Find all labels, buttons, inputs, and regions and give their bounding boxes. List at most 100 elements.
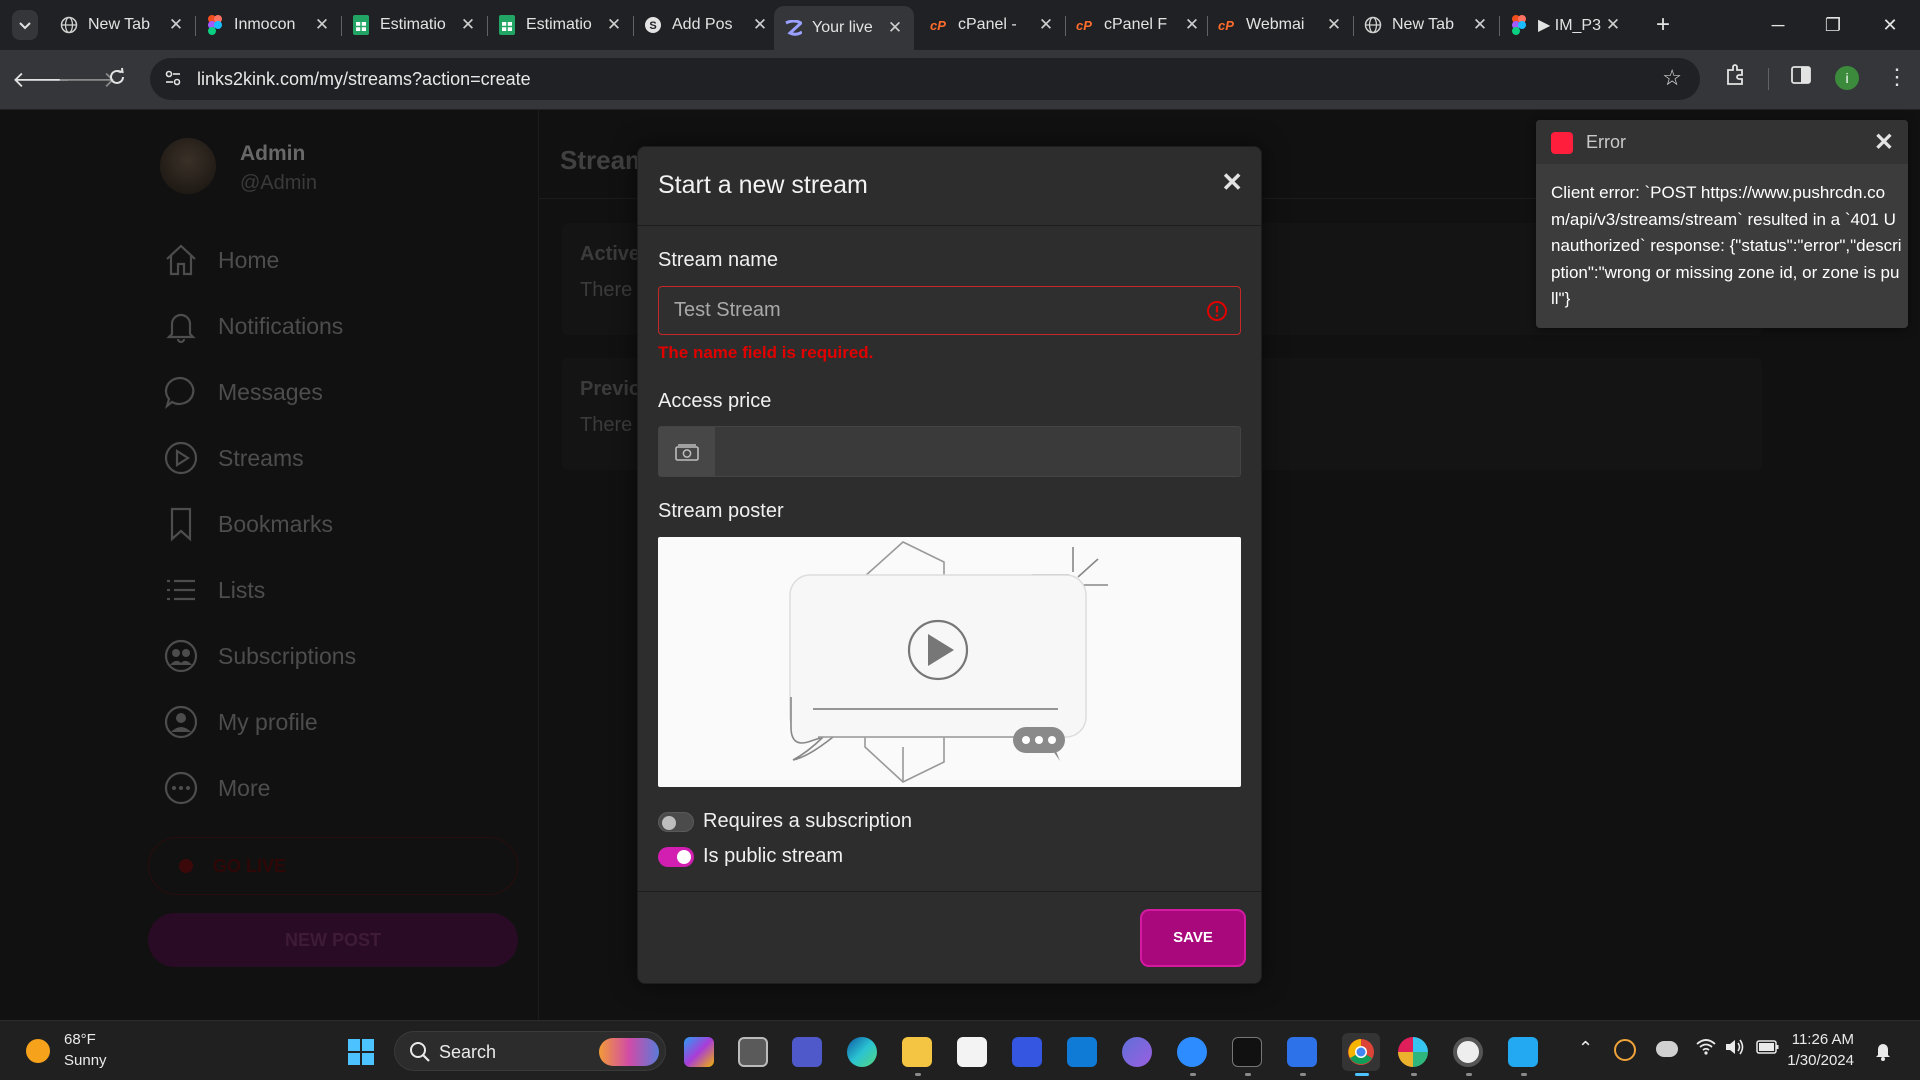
chrome-icon[interactable]	[1342, 1033, 1380, 1071]
copilot-icon[interactable]	[684, 1037, 714, 1067]
user-circle-icon	[162, 703, 200, 741]
access-price-input[interactable]	[717, 427, 1237, 476]
browser-menu-icon[interactable]: ⋮	[1886, 64, 1908, 90]
app-icon[interactable]	[1012, 1037, 1042, 1067]
close-tab-icon[interactable]: ✕	[1471, 15, 1489, 35]
browser-tab[interactable]: cP cPanel - ✕	[920, 8, 1065, 42]
sidebar-item-more[interactable]: More	[162, 768, 270, 808]
stream-poster-upload[interactable]	[658, 537, 1241, 787]
access-price-label: Access price	[658, 390, 772, 412]
browser-tab[interactable]: Inmocon ✕	[196, 8, 341, 42]
close-tab-icon[interactable]: ✕	[1604, 15, 1622, 35]
sidebar-item-home[interactable]: Home	[162, 240, 279, 280]
sidebar-item-streams[interactable]: Streams	[162, 438, 304, 478]
tab-search-button[interactable]	[12, 10, 38, 40]
modal-divider	[638, 225, 1261, 226]
mail-icon[interactable]	[1067, 1037, 1097, 1067]
onedrive-icon[interactable]	[1656, 1041, 1678, 1057]
browser-tab[interactable]: cP Webmai ✕	[1208, 8, 1353, 42]
browser-tab-active[interactable]: Your live ✕	[774, 6, 914, 50]
public-stream-toggle[interactable]	[658, 847, 694, 867]
wifi-icon[interactable]	[1695, 1037, 1717, 1062]
extensions-icon[interactable]	[1724, 64, 1746, 91]
sidebar-item-lists[interactable]: Lists	[162, 570, 265, 610]
user-name: Admin	[240, 142, 306, 165]
edge-icon[interactable]	[847, 1037, 877, 1067]
app-icon[interactable]	[1287, 1037, 1317, 1067]
close-tab-icon[interactable]: ✕	[313, 15, 331, 35]
slack-icon[interactable]	[1398, 1037, 1428, 1067]
restore-button[interactable]: ❐	[1813, 10, 1853, 40]
stream-name-error: The name field is required.	[658, 343, 874, 362]
task-view-icon[interactable]	[738, 1037, 768, 1067]
go-live-button[interactable]: GO LIVE	[148, 837, 518, 895]
stream-name-field[interactable]	[658, 286, 1241, 335]
avatar[interactable]	[160, 138, 216, 194]
browser-tab[interactable]: New Tab ✕	[1354, 8, 1499, 42]
new-tab-button[interactable]: +	[1643, 10, 1683, 40]
back-button[interactable]: 🡐	[12, 64, 71, 96]
stream-name-input[interactable]	[674, 287, 1174, 333]
close-tab-icon[interactable]: ✕	[459, 15, 477, 35]
sync-icon[interactable]	[1614, 1039, 1636, 1061]
sidebar-item-my-profile[interactable]: My profile	[162, 702, 318, 742]
volume-icon[interactable]	[1724, 1037, 1746, 1062]
close-tab-icon[interactable]: ✕	[1325, 15, 1343, 35]
sun-icon[interactable]	[26, 1039, 50, 1063]
close-tab-icon[interactable]: ✕	[167, 15, 185, 35]
sidebar-item-messages[interactable]: Messages	[162, 372, 323, 412]
microsoft-store-icon[interactable]	[957, 1037, 987, 1067]
close-modal-button[interactable]: ✕	[1221, 167, 1243, 198]
app-icon[interactable]	[1453, 1037, 1483, 1067]
chevron-up-icon[interactable]: ⌃	[1578, 1038, 1593, 1059]
sheets-icon	[498, 15, 516, 35]
reload-button[interactable]	[101, 64, 133, 96]
tab-title: cPanel -	[958, 16, 1017, 33]
browser-tab[interactable]: Estimatio ✕	[342, 8, 487, 42]
app-icon[interactable]	[1122, 1037, 1152, 1067]
close-tab-icon[interactable]: ✕	[1037, 15, 1055, 35]
access-price-field[interactable]	[658, 426, 1241, 477]
close-tab-icon[interactable]: ✕	[751, 15, 769, 35]
site-info-icon[interactable]	[164, 69, 182, 92]
minimize-button[interactable]: ─	[1758, 10, 1798, 40]
close-window-button[interactable]: ✕	[1870, 10, 1910, 40]
close-tab-icon[interactable]: ✕	[886, 18, 904, 38]
close-tab-icon[interactable]: ✕	[605, 15, 623, 35]
forward-button[interactable]: 🡒	[57, 64, 116, 96]
save-button[interactable]: SAVE	[1140, 909, 1246, 967]
vscode-icon[interactable]	[1508, 1037, 1538, 1067]
close-toast-button[interactable]: ✕	[1874, 128, 1894, 157]
home-icon	[162, 241, 200, 279]
close-tab-icon[interactable]: ✕	[1183, 15, 1201, 35]
windows-start-icon[interactable]	[346, 1037, 376, 1067]
sidebar-item-bookmarks[interactable]: Bookmarks	[162, 504, 333, 544]
teams-icon[interactable]	[792, 1037, 822, 1067]
zoom-icon[interactable]	[1177, 1037, 1207, 1067]
clock-time[interactable]: 11:26 AM	[1792, 1031, 1854, 1048]
browser-tab[interactable]: Estimatio ✕	[488, 8, 633, 42]
clock-date[interactable]: 1/30/2024	[1787, 1052, 1854, 1069]
battery-icon[interactable]	[1756, 1039, 1780, 1060]
notification-bell-icon[interactable]	[1874, 1041, 1892, 1066]
address-bar[interactable]: links2kink.com/my/streams?action=create …	[150, 58, 1700, 100]
sidebar-item-notifications[interactable]: Notifications	[162, 306, 343, 346]
modal-title: Start a new stream	[658, 171, 868, 199]
browser-tab[interactable]: cP cPanel F ✕	[1066, 8, 1211, 42]
bookmark-star-icon[interactable]: ☆	[1662, 65, 1682, 91]
side-panel-icon[interactable]	[1790, 64, 1812, 91]
browser-tab[interactable]: S Add Pos ✕	[634, 8, 779, 42]
browser-tab[interactable]: ▶ IM_P3 ✕	[1500, 8, 1632, 42]
bell-icon	[162, 307, 200, 345]
file-explorer-icon[interactable]	[902, 1037, 932, 1067]
requires-subscription-toggle[interactable]	[658, 812, 694, 832]
profile-avatar[interactable]: i	[1835, 66, 1859, 90]
weather-condition[interactable]: Sunny	[64, 1052, 107, 1069]
new-post-button[interactable]: NEW POST	[148, 913, 518, 967]
toast-title: Error	[1586, 132, 1626, 152]
taskbar-search[interactable]: Search	[394, 1031, 666, 1071]
weather-temperature[interactable]: 68°F	[64, 1031, 96, 1048]
browser-tab[interactable]: New Tab ✕	[50, 8, 195, 42]
terminal-icon[interactable]	[1232, 1037, 1262, 1067]
sidebar-item-subscriptions[interactable]: Subscriptions	[162, 636, 356, 676]
